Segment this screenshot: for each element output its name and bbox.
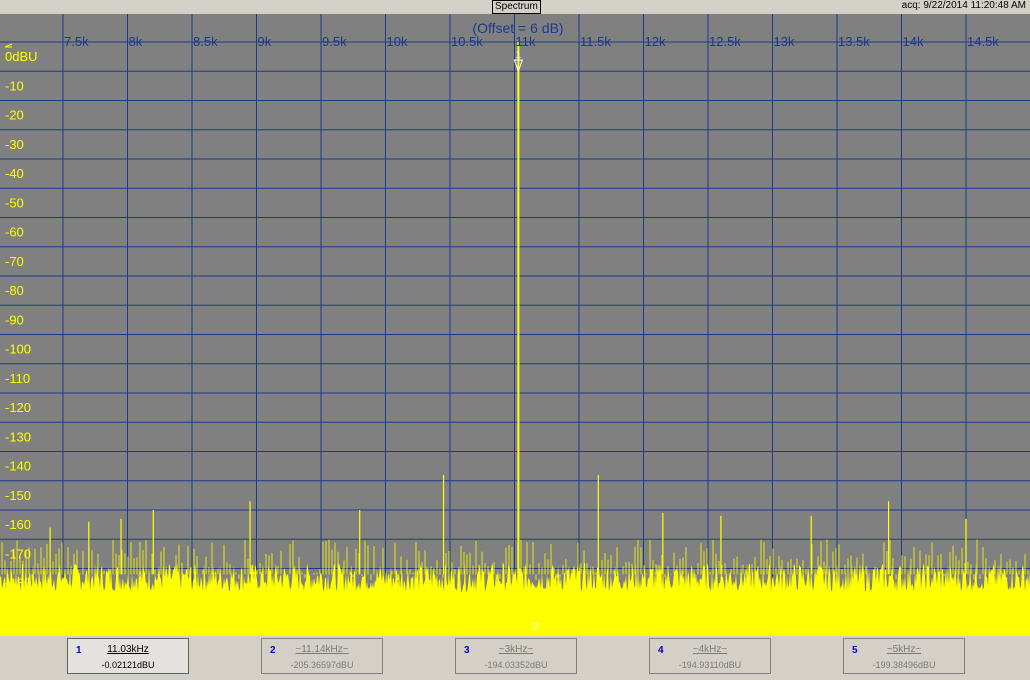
y-tick-label: -150	[5, 488, 31, 503]
spectrum-plot-area[interactable]: 1 2 7.5k 8k 8.5k 9k 9.5k 10k 10.5k 11k 11.5k 12k 12.…	[0, 14, 1030, 636]
y-tick-label: -80	[5, 283, 24, 298]
y-tick-label: -120	[5, 400, 31, 415]
y-tick-label: -10	[5, 78, 24, 93]
offset-annotation: (Offset = 6 dB)	[472, 20, 563, 36]
y-tick-label: -60	[5, 225, 24, 240]
y-tick-label: -170	[5, 546, 31, 561]
x-tick-label: 13.5k	[838, 34, 870, 49]
window-title: Spectrum	[492, 0, 541, 14]
y-tick-label: -40	[5, 166, 24, 181]
y-tick-label: -90	[5, 312, 24, 327]
marker-readout-2[interactable]: 2 ~11.14kHz~ -205.36597dBU	[261, 638, 383, 674]
x-tick-label: 11k	[516, 34, 536, 49]
marker-readout-4[interactable]: 4 ~4kHz~ -194.93110dBU	[649, 638, 771, 674]
y-tick-label: -160	[5, 517, 31, 532]
spectrum-chart[interactable]: 1 2 7.5k 8k 8.5k 9k 9.5k 10k 10.5k 11k 11.5k 12k 12.…	[0, 14, 1030, 636]
marker-2-label: 2	[532, 621, 538, 633]
x-tick-label: 10.5k	[451, 34, 483, 49]
marker-frequency[interactable]: ~5kHz~	[844, 644, 964, 655]
x-tick-label: 10k	[387, 34, 408, 49]
marker-level: -0.02121dBU	[101, 660, 155, 670]
y-tick-label: -30	[5, 137, 24, 152]
marker-frequency[interactable]: ~11.14kHz~	[262, 644, 382, 655]
y-tick-label: -110	[5, 371, 30, 386]
marker-level: -194.03352dBU	[484, 660, 548, 670]
x-tick-label: 13k	[774, 34, 795, 49]
x-tick-label: 14k	[903, 34, 924, 49]
y-tick-label: -70	[5, 254, 24, 269]
marker-readout-3[interactable]: 3 ~3kHz~ -194.03352dBU	[455, 638, 577, 674]
y-tick-label: 0dBU	[5, 49, 38, 64]
x-tick-label: 9k	[258, 34, 272, 49]
marker-frequency[interactable]: ~3kHz~	[456, 644, 576, 655]
x-tick-label: 12.5k	[709, 34, 741, 49]
x-tick-label: 8k	[129, 34, 143, 49]
marker-level: -199.38496dBU	[872, 660, 936, 670]
marker-readout-1[interactable]: 1 11.03kHz -0.02121dBU	[67, 638, 189, 674]
marker-frequency[interactable]: ~4kHz~	[650, 644, 770, 655]
noise-floor	[0, 562, 1030, 636]
x-tick-label: 8.5k	[193, 34, 218, 49]
y-tick-label: -100	[5, 342, 31, 357]
marker-level: -205.36597dBU	[290, 660, 354, 670]
marker-readout-5[interactable]: 5 ~5kHz~ -199.38496dBU	[843, 638, 965, 674]
x-tick-label: 7.5k	[64, 34, 89, 49]
marker-level: -194.93110dBU	[678, 660, 742, 670]
x-tick-label: 11.5k	[580, 34, 611, 49]
marker-1-label: 1	[516, 50, 522, 61]
acquisition-timestamp: acq: 9/22/2014 11:20:48 AM	[901, 0, 1026, 11]
y-tick-label: -50	[5, 195, 24, 210]
y-tick-label: -20	[5, 108, 24, 123]
marker-frequency[interactable]: 11.03kHz	[68, 644, 188, 655]
ref-level-arrow	[4, 43, 13, 48]
x-tick-label: 14.5k	[967, 34, 999, 49]
x-tick-label: 9.5k	[322, 34, 347, 49]
y-tick-label: -140	[5, 459, 31, 474]
y-tick-label: -180	[5, 576, 31, 591]
y-tick-label: -130	[5, 429, 31, 444]
x-tick-label: 12k	[645, 34, 666, 49]
